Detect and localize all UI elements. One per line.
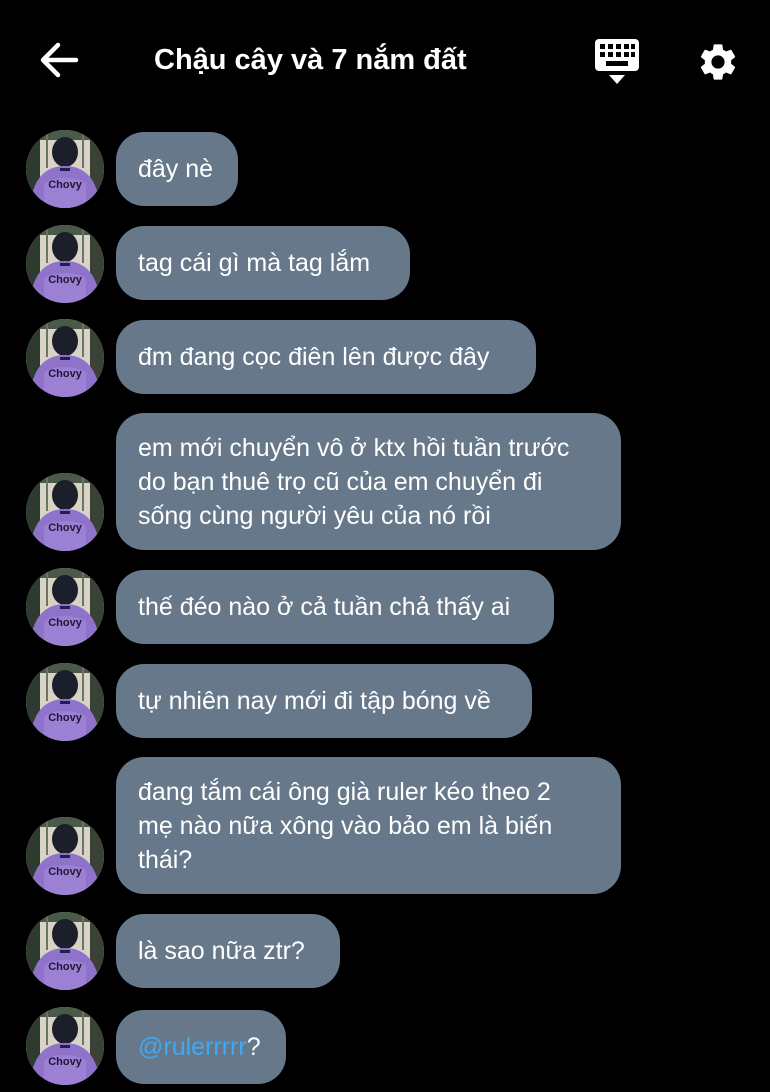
profile-photo: Chovy <box>26 663 104 741</box>
profile-photo: Chovy <box>26 568 104 646</box>
svg-text:Chovy: Chovy <box>48 274 83 286</box>
user-mention-link[interactable]: @rulerrrrr <box>138 1030 247 1064</box>
message-bubble[interactable]: thế đéo nào ở cả tuần chả thấy ai <box>116 570 554 644</box>
svg-text:Chovy: Chovy <box>48 866 83 878</box>
svg-text:Chovy: Chovy <box>48 961 83 973</box>
profile-photo: Chovy <box>26 817 104 895</box>
message-bubble[interactable]: @rulerrrrr? <box>116 1010 286 1084</box>
profile-photo: Chovy <box>26 319 104 397</box>
avatar[interactable]: Chovy <box>26 1007 104 1085</box>
avatar[interactable]: Chovy <box>26 319 104 397</box>
message-bubble[interactable]: đang tắm cái ông già ruler kéo theo 2 mẹ… <box>116 757 621 894</box>
avatar[interactable]: Chovy <box>26 912 104 990</box>
svg-text:Chovy: Chovy <box>48 1056 83 1068</box>
avatar[interactable]: Chovy <box>26 663 104 741</box>
avatar[interactable]: Chovy <box>26 817 104 895</box>
profile-photo: Chovy <box>26 225 104 303</box>
svg-text:Chovy: Chovy <box>48 522 83 534</box>
profile-photo: Chovy <box>26 473 104 551</box>
profile-photo: Chovy <box>26 130 104 208</box>
message-bubble[interactable]: tự nhiên nay mới đi tập bóng về <box>116 664 532 738</box>
message-suffix: ? <box>246 1033 261 1061</box>
svg-text:Chovy: Chovy <box>48 617 83 629</box>
profile-photo: Chovy <box>26 912 104 990</box>
svg-text:Chovy: Chovy <box>48 368 83 380</box>
message-bubble[interactable]: em mới chuyển vô ở ktx hồi tuần trước do… <box>116 413 621 550</box>
avatar[interactable]: Chovy <box>26 568 104 646</box>
message-bubble[interactable]: tag cái gì mà tag lắm <box>116 226 410 300</box>
message-list[interactable]: Chovy đây nè Chovy tag cái gì mà tag lắm… <box>0 0 770 1092</box>
avatar[interactable]: Chovy <box>26 473 104 551</box>
svg-text:Chovy: Chovy <box>48 712 83 724</box>
message-bubble[interactable]: là sao nữa ztr? <box>116 914 340 988</box>
avatar[interactable]: Chovy <box>26 225 104 303</box>
avatar[interactable]: Chovy <box>26 130 104 208</box>
message-bubble[interactable]: đm đang cọc điên lên được đây <box>116 320 536 394</box>
message-bubble[interactable]: đây nè <box>116 132 238 206</box>
svg-text:Chovy: Chovy <box>48 179 83 191</box>
profile-photo: Chovy <box>26 1007 104 1085</box>
